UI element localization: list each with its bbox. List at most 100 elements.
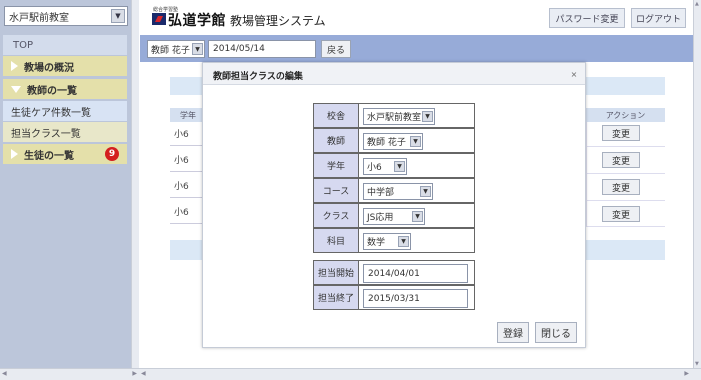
field-label: 教師: [313, 128, 359, 153]
grade-select[interactable]: 小6 ▼: [363, 158, 407, 175]
sidebar-item-label: 担当クラス一覧: [11, 128, 81, 140]
course-select[interactable]: 中学部 ▼: [363, 183, 433, 200]
notification-badge: 9: [105, 147, 119, 161]
triangle-down-icon: [11, 85, 21, 93]
sidebar-item-classes[interactable]: 担当クラス一覧: [3, 122, 127, 142]
table-cell-grade: 小6: [170, 174, 206, 198]
class-select[interactable]: JS応用 ▼: [363, 208, 425, 225]
edit-class-dialog: 教師担当クラスの編集 × 校舎 水戸駅前教室 ▼ 教師 教師 花子 ▼ 学年 小…: [202, 62, 586, 348]
logout-button[interactable]: ログアウト: [631, 8, 686, 28]
change-button[interactable]: 変更: [602, 206, 640, 222]
sidebar-item-overview[interactable]: 教場の概況: [3, 56, 127, 76]
chevron-down-icon[interactable]: ▼: [394, 161, 405, 172]
field-label: 校舎: [313, 103, 359, 128]
teacher-select[interactable]: 教師 花子 ▼: [363, 133, 423, 150]
form-row-course: コース 中学部 ▼: [313, 178, 475, 203]
form-row-start-date: 担当開始 2014/04/01: [313, 260, 475, 285]
sidebar-item-label: 教師の一覧: [27, 85, 77, 97]
change-button[interactable]: 変更: [602, 125, 640, 141]
table-header-action: アクション: [586, 108, 665, 122]
select-value: 小6: [367, 163, 382, 173]
scroll-left-icon[interactable]: ◀: [2, 370, 7, 377]
sidebar-scrollbar[interactable]: [131, 0, 139, 368]
select-value: 中学部: [367, 188, 395, 198]
close-icon[interactable]: ×: [569, 69, 579, 79]
table-divider: [586, 173, 665, 174]
triangle-right-icon: [11, 149, 18, 159]
sidebar-item-top[interactable]: TOP: [3, 35, 127, 55]
field-value-cell: 数学 ▼: [359, 228, 475, 253]
sidebar-item-teachers[interactable]: 教師の一覧: [3, 79, 127, 99]
select-value: 水戸駅前教室: [367, 113, 422, 123]
system-title: 教場管理システム: [230, 14, 326, 28]
sidebar-item-label: 生徒ケア件数一覧: [11, 107, 91, 119]
form-row-class: クラス JS応用 ▼: [313, 203, 475, 228]
table-cell-grade: 小6: [170, 148, 206, 172]
field-value-cell: JS応用 ▼: [359, 203, 475, 228]
scroll-right-icon[interactable]: ▶: [684, 370, 689, 377]
start-date-input[interactable]: 2014/04/01: [363, 264, 468, 283]
back-button[interactable]: 戻る: [321, 40, 351, 58]
teacher-select-value: 教師 花子: [151, 45, 190, 56]
table-header-grade: 学年: [170, 108, 206, 122]
change-button[interactable]: 変更: [602, 152, 640, 168]
sidebar-horizontal-scrollbar[interactable]: ◀ ▶: [0, 368, 139, 380]
scroll-right-icon[interactable]: ▶: [132, 370, 137, 377]
form-row-grade: 学年 小6 ▼: [313, 153, 475, 178]
teacher-select[interactable]: 教師 花子 ▼: [147, 40, 205, 58]
main-vertical-scrollbar[interactable]: ▲ ▼: [693, 0, 701, 368]
scroll-left-icon[interactable]: ◀: [141, 370, 146, 377]
field-label: 科目: [313, 228, 359, 253]
main-horizontal-scrollbar[interactable]: ◀ ▶: [139, 368, 701, 380]
triangle-right-icon: [11, 61, 18, 71]
form-row-teacher: 教師 教師 花子 ▼: [313, 128, 475, 153]
chevron-down-icon[interactable]: ▼: [422, 111, 433, 122]
field-label: 担当開始: [313, 260, 359, 285]
chevron-down-icon[interactable]: ▼: [398, 236, 409, 247]
table-cell-grade: 小6: [170, 200, 206, 224]
password-change-button[interactable]: パスワード変更: [549, 8, 625, 28]
end-date-input[interactable]: 2015/03/31: [363, 289, 468, 308]
date-input[interactable]: 2014/05/14: [208, 40, 316, 58]
register-button[interactable]: 登録: [497, 322, 529, 343]
sidebar-item-label: 生徒の一覧: [24, 150, 74, 162]
select-value: 数学: [367, 238, 386, 248]
school-select[interactable]: 水戸駅前教室 ▼: [363, 108, 435, 125]
field-label: 担当終了: [313, 285, 359, 310]
select-value: 教師 花子: [367, 138, 406, 148]
chevron-down-icon[interactable]: ▼: [412, 211, 423, 222]
chevron-down-icon[interactable]: ▼: [420, 186, 431, 197]
chevron-down-icon[interactable]: ▼: [410, 136, 421, 147]
chevron-down-icon[interactable]: ▼: [111, 9, 125, 23]
school-select-value: 水戸駅前教室: [9, 12, 69, 24]
field-label: 学年: [313, 153, 359, 178]
dialog-title: 教師担当クラスの編集: [213, 72, 303, 82]
form-row-subject: 科目 数学 ▼: [313, 228, 475, 253]
close-button[interactable]: 閉じる: [535, 322, 577, 343]
chevron-down-icon[interactable]: ▼: [192, 43, 203, 55]
subject-select[interactable]: 数学 ▼: [363, 233, 411, 250]
table-divider: [586, 200, 665, 201]
field-value-cell: 中学部 ▼: [359, 178, 475, 203]
sidebar-item-students[interactable]: 生徒の一覧 9: [3, 144, 127, 164]
field-value-cell: 小6 ▼: [359, 153, 475, 178]
field-value-cell: 2014/04/01: [359, 260, 475, 285]
table-divider: [586, 226, 665, 227]
field-value-cell: 教師 花子 ▼: [359, 128, 475, 153]
sidebar-item-label: 教場の概況: [24, 62, 74, 74]
scroll-up-icon[interactable]: ▲: [695, 1, 699, 7]
scroll-down-icon[interactable]: ▼: [695, 361, 699, 367]
sidebar-item-care-count[interactable]: 生徒ケア件数一覧: [3, 101, 127, 121]
field-value-cell: 2015/03/31: [359, 285, 475, 310]
field-label: クラス: [313, 203, 359, 228]
select-value: JS応用: [367, 213, 394, 223]
form-row-school: 校舎 水戸駅前教室 ▼: [313, 103, 475, 128]
table-divider: [586, 146, 665, 147]
school-select[interactable]: 水戸駅前教室 ▼: [4, 6, 128, 26]
sidebar-item-label: TOP: [13, 39, 34, 51]
field-label: コース: [313, 178, 359, 203]
change-button[interactable]: 変更: [602, 179, 640, 195]
form-row-end-date: 担当終了 2015/03/31: [313, 285, 475, 310]
field-value-cell: 水戸駅前教室 ▼: [359, 103, 475, 128]
logo-mark-icon: [152, 13, 166, 25]
